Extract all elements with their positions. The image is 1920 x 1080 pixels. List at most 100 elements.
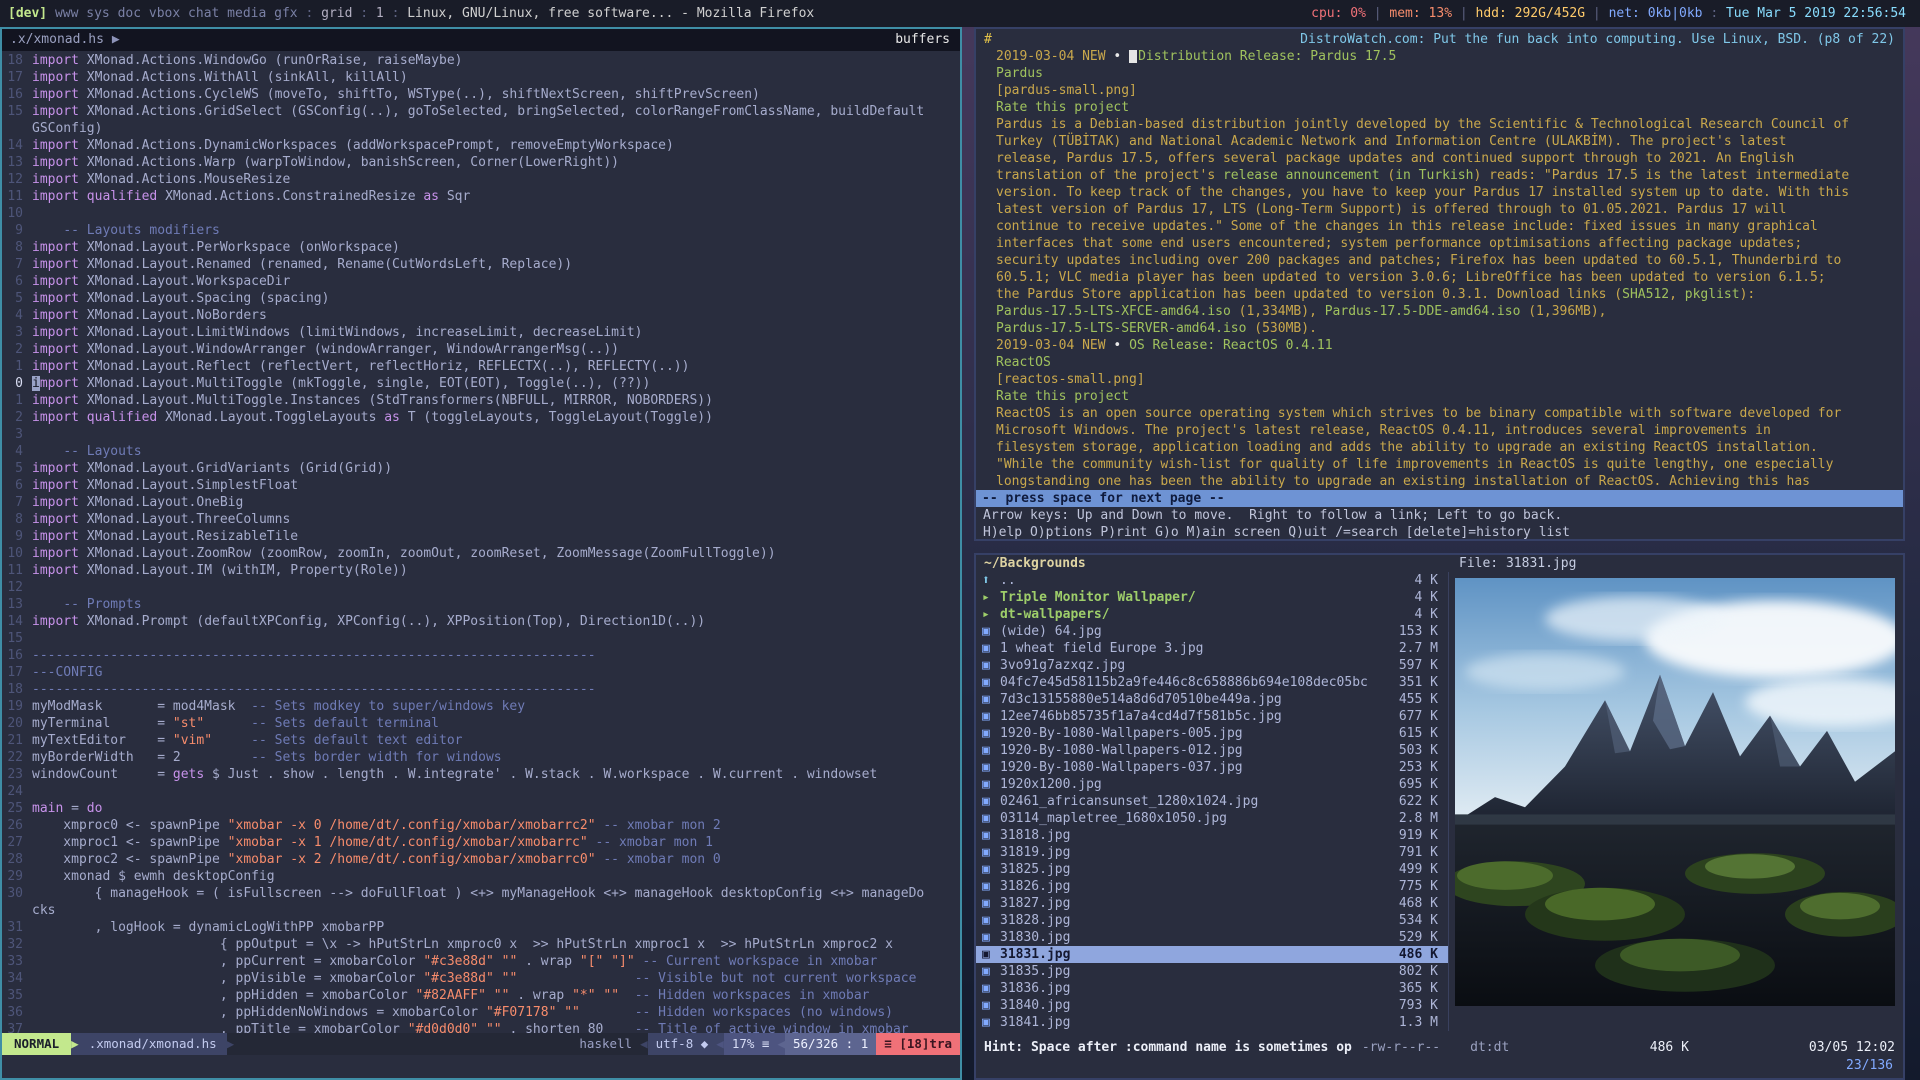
file-row[interactable]: ▣12ee746bb85735f1a7a4cd4d7f581b5c.jpg677… bbox=[976, 708, 1448, 725]
file-row[interactable]: ▣7d3c13155880e514a8d6d70510be449a.jpg455… bbox=[976, 691, 1448, 708]
bar-stats: cpu: 0% | mem: 13% | hdd: 292G/452G | ne… bbox=[1311, 6, 1702, 21]
workspace-item[interactable]: doc bbox=[110, 6, 141, 21]
link[interactable]: Distribution Release: Pardus 17.5 bbox=[1138, 49, 1396, 64]
vim-window[interactable]: .x/xmonad.hs▶ buffers 18import XMonad.Ac… bbox=[0, 27, 962, 1080]
file-size: 919 K bbox=[1384, 827, 1448, 844]
file-row[interactable]: ▣3vo91g7azxqz.jpg597 K bbox=[976, 657, 1448, 674]
link[interactable]: ReactOS bbox=[996, 355, 1051, 370]
folder-icon: ▸ bbox=[982, 606, 1000, 623]
lynx-toolbar-hash[interactable]: # bbox=[984, 31, 992, 46]
link[interactable]: release announcement bbox=[1223, 168, 1380, 183]
file-row[interactable]: ▣1920-By-1080-Wallpapers-005.jpg615 K bbox=[976, 725, 1448, 742]
file-row[interactable]: ▣03114_mapletree_1680x1050.jpg2.8 M bbox=[976, 810, 1448, 827]
file-size: 529 K bbox=[1384, 929, 1448, 946]
top-bar: [dev] www sys doc vbox chat media gfx : … bbox=[0, 0, 1920, 27]
vifm-window[interactable]: ~/Backgrounds File: 31831.jpg ⬆..4 K▸Tri… bbox=[974, 553, 1905, 1080]
code-line: 9 -- Layouts modifiers bbox=[2, 222, 960, 239]
workspace-item[interactable]: vbox bbox=[141, 6, 180, 21]
workspace-item[interactable]: sys bbox=[78, 6, 109, 21]
file-row[interactable]: ▣31826.jpg775 K bbox=[976, 878, 1448, 895]
code-line: 16import XMonad.Actions.CycleWS (moveTo,… bbox=[2, 86, 960, 103]
code-line: 17import XMonad.Actions.WithAll (sinkAll… bbox=[2, 69, 960, 86]
bar-workspaces: [dev] www sys doc vbox chat media gfx bbox=[8, 6, 298, 21]
statusline-percent: 17% ≡ bbox=[724, 1033, 778, 1055]
file-size: 4 K bbox=[1384, 589, 1448, 606]
text: 2019-03-04 NEW bbox=[996, 49, 1113, 64]
code-line: 5import XMonad.Layout.Spacing (spacing) bbox=[2, 290, 960, 307]
file-list: ⬆..4 K▸Triple Monitor Wallpaper/4 K▸dt-w… bbox=[976, 572, 1448, 1031]
link[interactable]: in Turkish bbox=[1395, 168, 1473, 183]
file-row[interactable]: ▣31825.jpg499 K bbox=[976, 861, 1448, 878]
workspace-item[interactable]: chat bbox=[180, 6, 219, 21]
browser-line: [reactos-small.png] bbox=[996, 371, 1903, 388]
code-line: 6import XMonad.Layout.SimplestFloat bbox=[2, 477, 960, 494]
image-file-icon: ▣ bbox=[982, 929, 1000, 946]
file-size: 153 K bbox=[1384, 623, 1448, 640]
file-row[interactable]: ▸Triple Monitor Wallpaper/4 K bbox=[976, 589, 1448, 606]
image-file-icon: ▣ bbox=[982, 980, 1000, 997]
file-row[interactable]: ▣1920-By-1080-Wallpapers-012.jpg503 K bbox=[976, 742, 1448, 759]
link[interactable]: Pardus-17.5-LTS-SERVER-amd64.iso bbox=[996, 321, 1246, 336]
link[interactable]: Pardus-17.5-LTS-XFCE-amd64.iso bbox=[996, 304, 1231, 319]
image-file-icon: ▣ bbox=[982, 997, 1000, 1014]
workspace-current[interactable]: [dev] bbox=[8, 6, 47, 21]
code-line: 18--------------------------------------… bbox=[2, 681, 960, 698]
link[interactable]: Rate this project bbox=[996, 389, 1129, 404]
link[interactable]: Pardus-17.5-DDE-amd64.iso bbox=[1325, 304, 1521, 319]
file-row[interactable]: ▣31836.jpg365 K bbox=[976, 980, 1448, 997]
code-line: 14import XMonad.Prompt (defaultXPConfig,… bbox=[2, 613, 960, 630]
file-row[interactable]: ▣31835.jpg802 K bbox=[976, 963, 1448, 980]
workspace-item[interactable]: www bbox=[47, 6, 78, 21]
file-row[interactable]: ⬆..4 K bbox=[976, 572, 1448, 589]
text: longstanding one has been the ability to… bbox=[996, 474, 1810, 489]
code-line: 19myModMask = mod4Mask -- Sets modkey to… bbox=[2, 698, 960, 715]
file-name: dt-wallpapers/ bbox=[1000, 606, 1384, 623]
code-line: 11import qualified XMonad.Actions.Constr… bbox=[2, 188, 960, 205]
file-row[interactable]: ▣31830.jpg529 K bbox=[976, 929, 1448, 946]
browser-line: 2019-03-04 NEW • OS Release: ReactOS 0.4… bbox=[996, 337, 1903, 354]
file-row[interactable]: ▸dt-wallpapers/4 K bbox=[976, 606, 1448, 623]
browser-line: security updates including over 200 pack… bbox=[996, 252, 1903, 269]
file-row[interactable]: ▣31828.jpg534 K bbox=[976, 912, 1448, 929]
text: (530MB). bbox=[1246, 321, 1316, 336]
file-row[interactable]: ▣31819.jpg791 K bbox=[976, 844, 1448, 861]
link[interactable]: SHA512 bbox=[1622, 287, 1669, 302]
statusline-warning: ≡ [18]tra bbox=[876, 1033, 960, 1055]
link[interactable]: Pardus bbox=[996, 66, 1043, 81]
link[interactable]: OS Release: ReactOS 0.4.11 bbox=[1129, 338, 1333, 353]
vifm-file-size: 486 K bbox=[1650, 1039, 1689, 1056]
text: • bbox=[1113, 338, 1129, 353]
workspace-item[interactable]: media bbox=[219, 6, 266, 21]
buffers-label[interactable]: buffers bbox=[895, 29, 950, 51]
separator-icon: ◀ bbox=[777, 1033, 785, 1055]
file-row[interactable]: ▣1920-By-1080-Wallpapers-037.jpg253 K bbox=[976, 759, 1448, 776]
workspace-item[interactable]: gfx bbox=[266, 6, 297, 21]
vim-tab-xmonad[interactable]: .x/xmonad.hs bbox=[2, 32, 112, 47]
file-row[interactable]: ▣31831.jpg486 K bbox=[976, 946, 1448, 963]
bar-layout-indicator[interactable]: grid bbox=[321, 6, 352, 21]
code-line: 22myBorderWidth = 2 -- Sets border width… bbox=[2, 749, 960, 766]
text: security updates including over 200 pack… bbox=[996, 253, 1841, 268]
code-line: 13 -- Prompts bbox=[2, 596, 960, 613]
file-row[interactable]: ▣31840.jpg793 K bbox=[976, 997, 1448, 1014]
text: [reactos-small.png] bbox=[996, 372, 1145, 387]
lynx-window[interactable]: # DistroWatch.com: Put the fun back into… bbox=[974, 27, 1905, 541]
file-row[interactable]: ▣04fc7e45d58115b2a9fe446c8c658886b694e10… bbox=[976, 674, 1448, 691]
stat-net: net: 0kb|0kb bbox=[1609, 6, 1703, 21]
file-row[interactable]: ▣1920x1200.jpg695 K bbox=[976, 776, 1448, 793]
file-row[interactable]: ▣02461_africansunset_1280x1024.jpg622 K bbox=[976, 793, 1448, 810]
link[interactable]: Rate this project bbox=[996, 100, 1129, 115]
file-row[interactable]: ▣1 wheat field Europe 3.jpg2.7 M bbox=[976, 640, 1448, 657]
text: interfaces that some end users encounter… bbox=[996, 236, 1802, 251]
file-row[interactable]: ▣31841.jpg1.3 M bbox=[976, 1014, 1448, 1031]
code-line: 32 { ppOutput = \x -> hPutStrLn xmproc0 … bbox=[2, 936, 960, 953]
file-row[interactable]: ▣31827.jpg468 K bbox=[976, 895, 1448, 912]
statusline-file: .xmonad/xmonad.hs bbox=[79, 1033, 227, 1055]
statusline-position: 56/326 : 1 bbox=[785, 1033, 876, 1055]
file-size: 534 K bbox=[1384, 912, 1448, 929]
link[interactable]: pkglist bbox=[1685, 287, 1740, 302]
file-row[interactable]: ▣(wide) 64.jpg153 K bbox=[976, 623, 1448, 640]
file-row[interactable]: ▣31818.jpg919 K bbox=[976, 827, 1448, 844]
code-line: 9import XMonad.Layout.ResizableTile bbox=[2, 528, 960, 545]
text: Pardus is a Debian-based distribution jo… bbox=[996, 117, 1849, 132]
